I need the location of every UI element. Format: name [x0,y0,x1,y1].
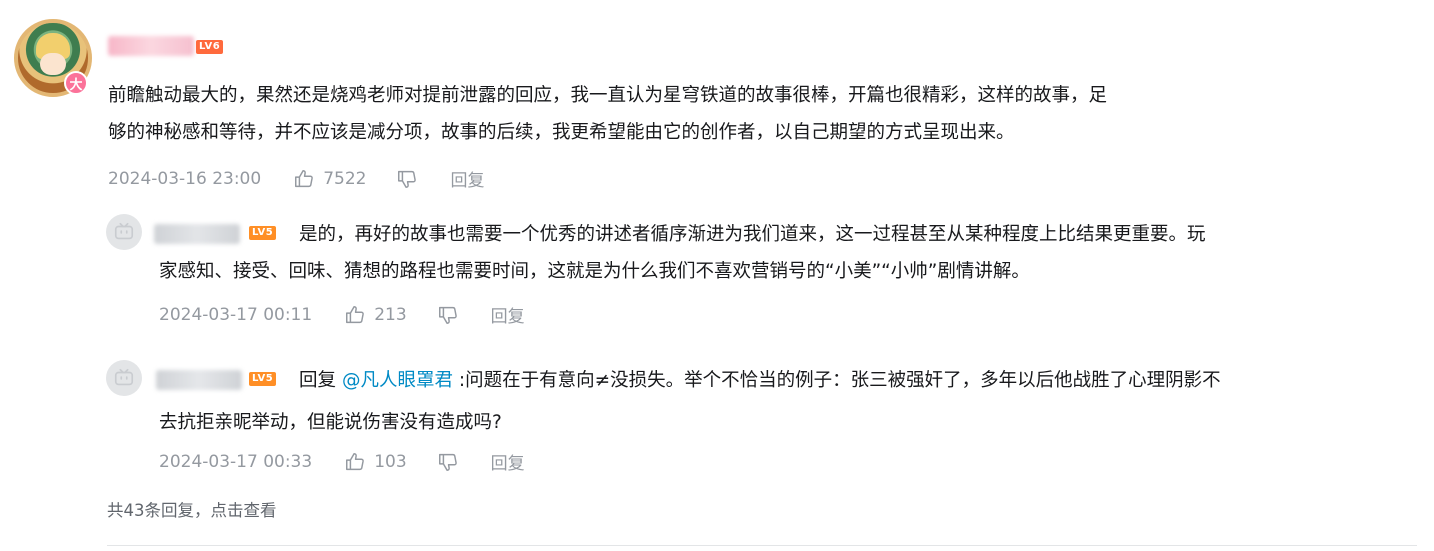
timestamp: 2024-03-17 00:33 [159,451,313,472]
user-avatar[interactable]: 大 [14,19,92,97]
thumb-down-icon [398,170,417,188]
level-badge: LV5 [249,372,277,386]
bilibili-tv-icon [114,222,134,240]
reply-avatar[interactable] [106,360,142,396]
reply-button[interactable]: 回复 [491,449,525,474]
like-count: 7522 [323,168,367,189]
thumb-down-icon [438,306,457,324]
reply-button[interactable]: 回复 [491,302,525,327]
avatar-badge: 大 [64,71,88,95]
reply-prefix: 回复 [299,370,337,391]
view-more-replies-link[interactable]: 共43条回复，点击查看 [107,497,277,521]
like-button[interactable]: 7522 [293,168,366,190]
dislike-button[interactable] [437,451,459,473]
reply-text-line: 是的，再好的故事也需要一个优秀的讲述者循序渐进为我们道来，这一过程甚至从某种程度… [299,224,1206,245]
thumb-down-icon [438,453,457,471]
like-button[interactable]: 213 [344,304,407,326]
reply-text-line: 回复 @凡人眼罩君 :问题在于有意向≠没损失。举个不恰当的例子：张三被强奸了，多年… [299,362,1221,399]
username-blurred[interactable] [108,36,194,56]
like-count: 103 [374,451,407,472]
level-badge: LV5 [249,226,277,240]
comment-text: 前瞻触动最大的，果然还是烧鸡老师对提前泄露的回应，我一直认为星穹铁道的故事很棒，… [108,77,1107,151]
reply-meta: 2024-03-17 00:11 213 回复 [159,302,525,328]
reply-text-line: 家感知、接受、回味、猜想的路程也需要时间，这就是为什么我们不喜欢营销号的“小美”… [159,261,1030,282]
timestamp: 2024-03-16 23:00 [108,168,262,189]
timestamp: 2024-03-17 00:11 [159,304,313,325]
comment-line: 够的神秘感和等待，并不应该是减分项，故事的后续，我更希望能由它的创作者，以自己期… [108,122,1015,143]
thumb-up-icon [295,169,314,187]
reply-text-line: 去抗拒亲昵举动，但能说伤害没有造成吗? [159,412,502,433]
mention-link[interactable]: @凡人眼罩君 [342,370,453,391]
reply-username-blurred[interactable] [154,224,240,244]
bilibili-tv-icon [114,368,134,386]
thumb-up-icon [346,452,365,470]
reply-username-blurred[interactable] [156,370,242,390]
like-button[interactable]: 103 [344,451,407,473]
like-count: 213 [374,304,407,325]
divider [107,545,1417,546]
reply-avatar[interactable] [106,214,142,250]
comment-meta: 2024-03-16 23:00 7522 回复 [108,166,484,192]
dislike-button[interactable] [437,304,459,326]
reply-meta: 2024-03-17 00:33 103 回复 [159,449,525,475]
comment-line: 前瞻触动最大的，果然还是烧鸡老师对提前泄露的回应，我一直认为星穹铁道的故事很棒，… [108,85,1108,106]
dislike-button[interactable] [396,168,418,190]
level-badge: LV6 [196,40,224,54]
reply-text: :问题在于有意向≠没损失。举个不恰当的例子：张三被强奸了，多年以后他战胜了心理阴… [453,370,1221,391]
thumb-up-icon [346,305,365,323]
reply-button[interactable]: 回复 [450,166,484,191]
